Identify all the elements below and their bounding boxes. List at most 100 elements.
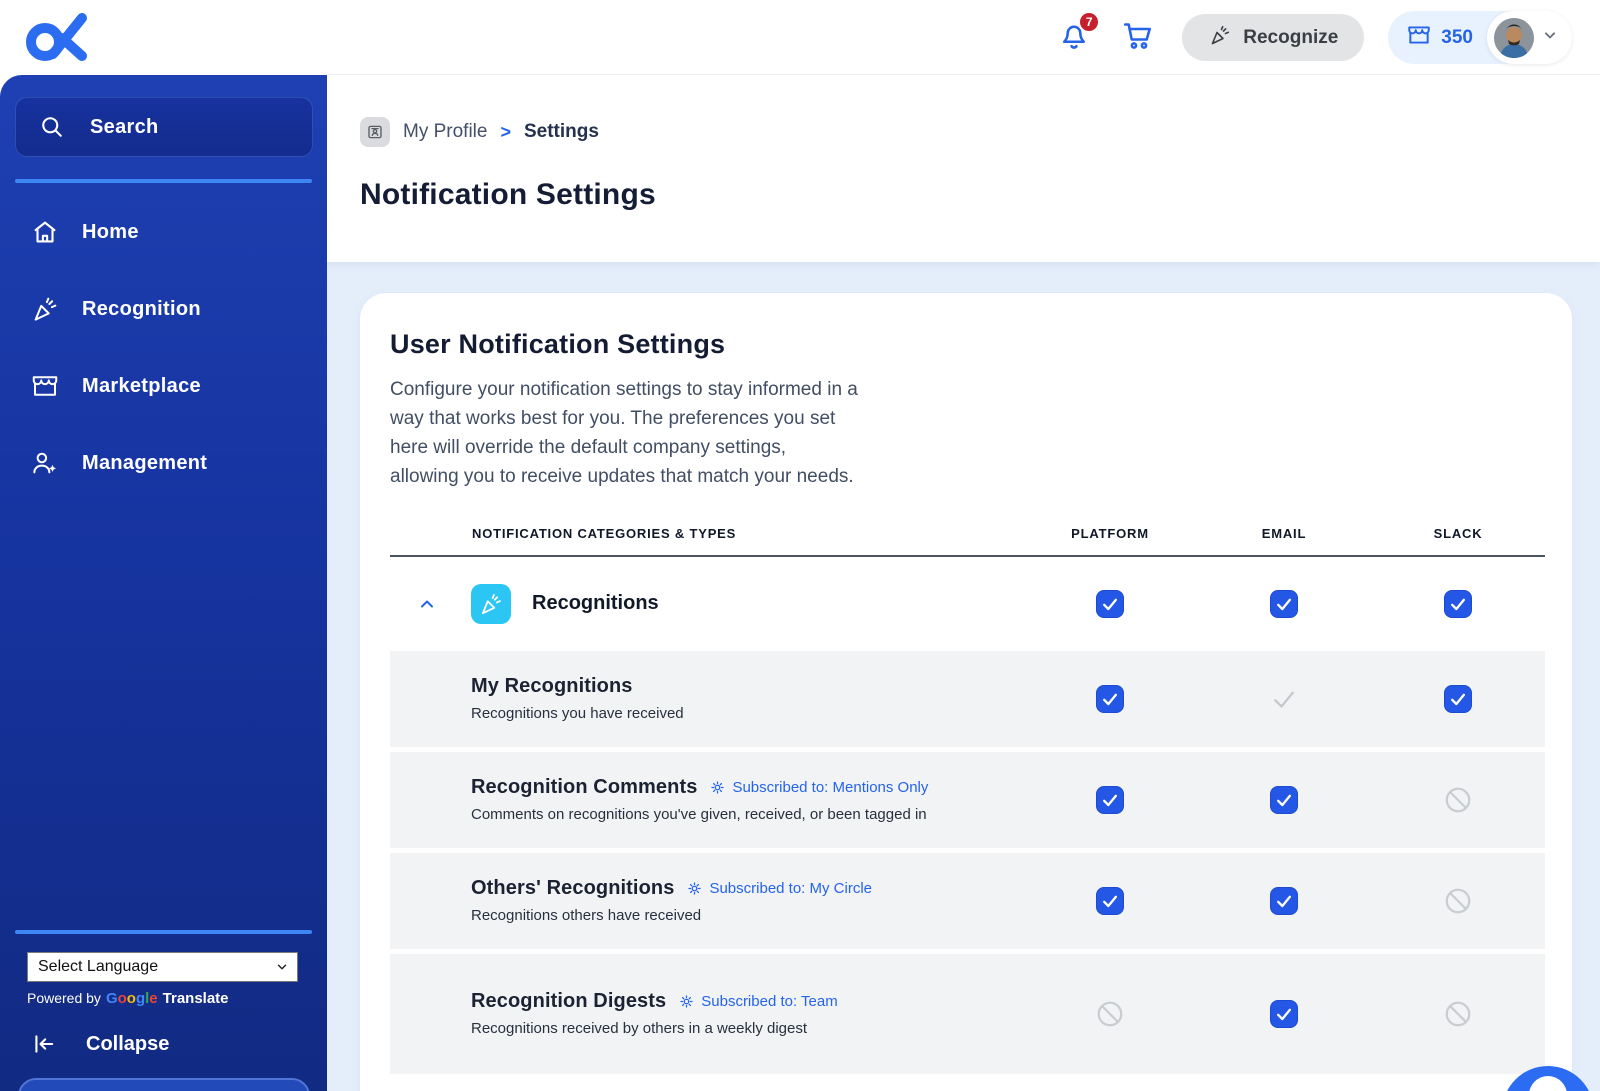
party-popper-icon xyxy=(1208,23,1232,53)
checkbox-checked-icon xyxy=(1096,589,1124,618)
row-subtitle: Comments on recognitions you've given, r… xyxy=(471,806,927,823)
blocked-icon xyxy=(1443,999,1473,1029)
sidebar-item-marketplace[interactable]: Marketplace xyxy=(0,356,327,416)
checkbox-checked-icon xyxy=(1444,684,1472,713)
column-header-platform: PLATFORM xyxy=(1071,525,1149,541)
chevron-up-icon xyxy=(415,592,439,616)
row-title: Recognition Digests xyxy=(471,990,667,1012)
gear-icon xyxy=(686,880,703,897)
checkbox-checked-icon xyxy=(1096,785,1124,814)
check-gray-icon xyxy=(1269,684,1299,714)
others-recognitions-slack-toggle xyxy=(1371,886,1545,916)
sidebar-item-management[interactable]: Management xyxy=(0,433,327,493)
help-fab-icon xyxy=(1529,1076,1567,1091)
sidebar-item-home[interactable]: Home xyxy=(0,202,327,262)
my-recognitions-platform-toggle[interactable] xyxy=(1023,684,1197,713)
row-subtitle: Recognitions you have received xyxy=(471,705,684,722)
search-label: Search xyxy=(90,115,159,138)
avatar xyxy=(1494,17,1534,58)
language-select[interactable]: Select Language xyxy=(27,952,298,982)
collapse-category-button[interactable] xyxy=(415,592,439,616)
blocked-icon xyxy=(1443,785,1473,815)
main-content: My Profile > Settings Notification Setti… xyxy=(327,75,1600,1091)
google-logo-text: Google xyxy=(105,990,158,1007)
user-menu[interactable] xyxy=(1487,11,1572,64)
sidebar-item-management-label: Management xyxy=(82,451,208,474)
recognitions-email-toggle[interactable] xyxy=(1197,589,1371,618)
subscription-link[interactable]: Subscribed to: Team xyxy=(678,993,838,1010)
language-select-value: Select Language xyxy=(38,958,159,975)
recognition-comments-platform-toggle[interactable] xyxy=(1023,785,1197,814)
my-recognitions-slack-toggle[interactable] xyxy=(1371,684,1545,713)
storefront-icon xyxy=(1406,22,1432,53)
gear-icon xyxy=(678,993,695,1010)
recognitions-platform-toggle[interactable] xyxy=(1023,589,1197,618)
recognitions-slack-toggle[interactable] xyxy=(1371,589,1545,618)
checkbox-checked-icon xyxy=(1096,684,1124,713)
collapse-icon xyxy=(30,1030,58,1058)
subscription-link[interactable]: Subscribed to: My Circle xyxy=(686,880,872,897)
home-icon xyxy=(30,217,60,247)
cart-icon xyxy=(1120,17,1156,58)
checkbox-checked-icon xyxy=(1270,886,1298,915)
breadcrumb-separator: > xyxy=(500,121,511,142)
notifications-button[interactable]: 7 xyxy=(1054,10,1101,58)
blocked-icon xyxy=(1443,886,1473,916)
search-input[interactable]: Search xyxy=(15,97,313,157)
storefront-icon xyxy=(30,371,60,401)
sidebar: Search Home Recognition Marketplace Mana… xyxy=(0,75,327,1091)
sidebar-item-recognition[interactable]: Recognition xyxy=(0,279,327,339)
collapse-sidebar-button[interactable]: Collapse xyxy=(30,1030,169,1058)
breadcrumb-settings[interactable]: Settings xyxy=(524,121,599,143)
row-others-recognitions: Others' Recognitions Subscribed to: My C… xyxy=(390,852,1545,949)
blocked-icon xyxy=(1095,999,1125,1029)
card-description: Configure your notification settings to … xyxy=(390,379,858,487)
points-pill[interactable]: 350 xyxy=(1388,11,1572,64)
recognition-digests-platform-toggle xyxy=(1023,999,1197,1029)
others-recognitions-platform-toggle[interactable] xyxy=(1023,886,1197,915)
breadcrumb-my-profile[interactable]: My Profile xyxy=(403,121,487,143)
others-recognitions-email-toggle[interactable] xyxy=(1197,886,1371,915)
topbar-actions: 7 Recognize 350 xyxy=(1054,0,1572,75)
recognition-digests-email-toggle[interactable] xyxy=(1197,999,1371,1028)
card-heading: User Notification Settings xyxy=(390,329,726,359)
cart-button[interactable] xyxy=(1118,18,1158,58)
recognition-digests-slack-toggle xyxy=(1371,999,1545,1029)
breadcrumb: My Profile > Settings xyxy=(360,117,599,147)
party-popper-icon xyxy=(30,294,60,324)
collapse-label: Collapse xyxy=(86,1032,170,1055)
notification-table: NOTIFICATION CATEGORIES & TYPES PLATFORM… xyxy=(390,526,1545,1074)
row-subtitle: Recognitions received by others in a wee… xyxy=(471,1020,808,1037)
category-row-recognitions: Recognitions xyxy=(390,557,1545,651)
company-logo[interactable] xyxy=(20,8,94,73)
row-title: Others' Recognitions xyxy=(471,877,675,899)
recognition-comments-email-toggle[interactable] xyxy=(1197,785,1371,814)
google-translate-attribution: Powered by Google Translate xyxy=(27,990,229,1007)
recognize-button-label: Recognize xyxy=(1243,26,1339,48)
recognize-button[interactable]: Recognize xyxy=(1182,14,1365,61)
column-header-categories: NOTIFICATION CATEGORIES & TYPES xyxy=(472,525,737,541)
table-header-row: NOTIFICATION CATEGORIES & TYPES PLATFORM… xyxy=(390,526,1545,557)
page-title: Notification Settings xyxy=(360,178,656,211)
row-recognition-digests: Recognition Digests Subscribed to: Team … xyxy=(390,953,1545,1074)
subscription-link[interactable]: Subscribed to: Mentions Only xyxy=(709,779,928,796)
user-gear-icon xyxy=(30,448,60,478)
row-title: Recognition Comments xyxy=(471,776,698,798)
party-popper-icon xyxy=(478,591,504,617)
app-root: 7 Recognize 350 Search Home Recognition … xyxy=(0,0,1600,1091)
row-recognition-comments: Recognition Comments Subscribed to: Ment… xyxy=(390,751,1545,848)
category-label: Recognitions xyxy=(532,592,659,614)
powered-by-label: Powered by xyxy=(27,990,101,1006)
row-title: My Recognitions xyxy=(471,675,633,697)
sidebar-item-recognition-label: Recognition xyxy=(82,297,201,320)
alpha-logo-icon xyxy=(20,13,94,72)
checkbox-checked-icon xyxy=(1270,589,1298,618)
sidebar-bottom-panel xyxy=(18,1078,310,1091)
checkbox-checked-icon xyxy=(1096,886,1124,915)
points-balance: 350 xyxy=(1441,26,1473,48)
search-icon xyxy=(38,113,66,141)
sidebar-divider-bottom xyxy=(15,930,312,934)
row-my-recognitions: My Recognitions Recognitions you have re… xyxy=(390,650,1545,747)
recognitions-category-icon xyxy=(471,583,511,624)
sidebar-item-home-label: Home xyxy=(82,220,139,243)
